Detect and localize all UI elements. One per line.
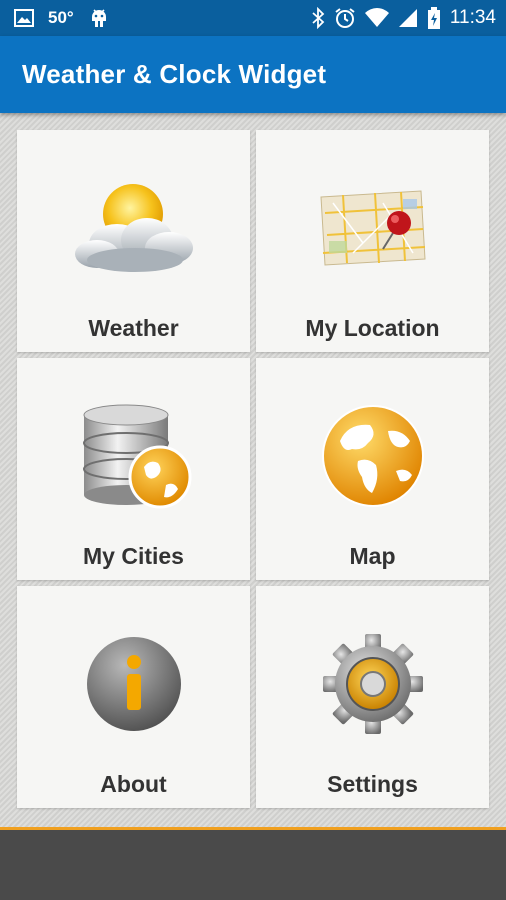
temperature-text: 50° [48,8,74,27]
my-location-tile[interactable]: My Location [256,130,489,352]
app-title: Weather & Clock Widget [22,59,327,89]
settings-tile[interactable]: Settings [256,586,489,808]
my-cities-tile[interactable]: My Cities [17,358,250,580]
signal-icon [398,8,418,28]
my-cities-label: My Cities [83,543,184,569]
wifi-icon [364,8,389,28]
weather-sun-cloud-icon [69,178,199,283]
status-bar: 50° 11:34 [0,0,506,36]
alarm-icon [334,7,356,29]
bluetooth-icon [311,7,325,29]
app-bar: Weather & Clock Widget [0,36,506,113]
clock-text: 11:34 [449,7,496,28]
my-location-label: My Location [305,315,440,341]
weather-tile[interactable]: Weather [17,130,250,352]
info-icon [84,634,184,739]
menu-grid: Weather My Location My Cities Map About … [0,113,506,827]
map-pin-icon [313,183,433,278]
map-tile[interactable]: Map [256,358,489,580]
gear-icon [321,632,425,741]
about-label: About [100,771,167,797]
weather-label: Weather [88,315,179,341]
settings-label: Settings [327,771,418,797]
about-tile[interactable]: About [17,586,250,808]
image-icon [14,9,34,27]
map-label: Map [349,543,396,569]
android-icon [88,7,110,29]
bottom-bar [0,827,506,900]
battery-icon [427,7,441,29]
globe-icon [318,401,428,516]
database-globe-icon [74,401,194,516]
